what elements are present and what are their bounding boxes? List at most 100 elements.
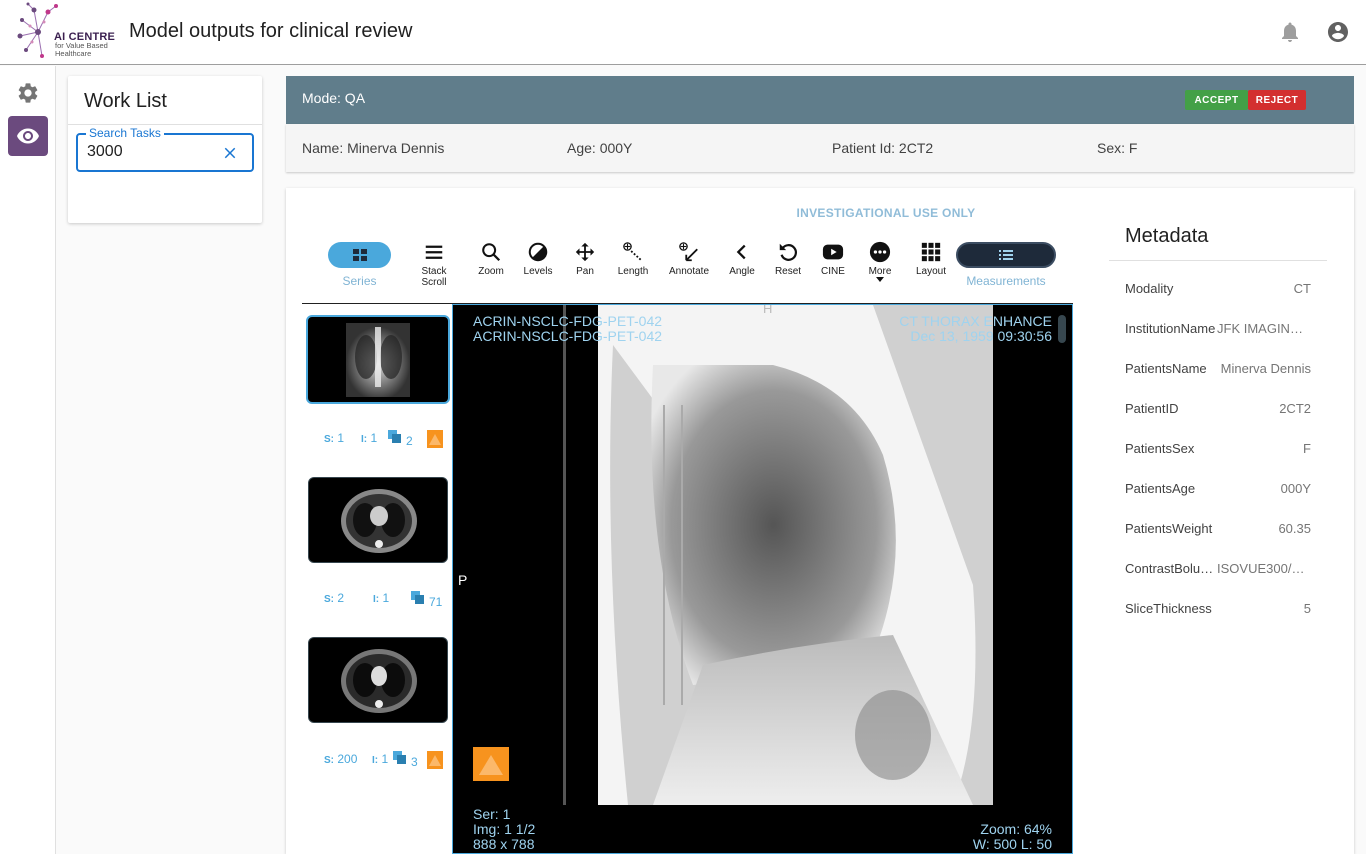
series-i-label: I: (372, 755, 379, 766)
caret-down-icon (876, 277, 884, 282)
metadata-value: 60.35 (1278, 521, 1311, 536)
metadata-key: SliceThickness (1125, 601, 1212, 616)
layout-label: Layout (915, 266, 947, 277)
image-count: 2 (406, 434, 413, 448)
series-3-info: S: 200 (324, 752, 357, 766)
search-tasks-input[interactable] (87, 143, 217, 161)
metadata-key: PatientsWeight (1125, 521, 1213, 536)
metadata-title: Metadata (1125, 225, 1209, 247)
stacked-images-icon (388, 430, 401, 443)
series-2-image-count: 71 (410, 590, 442, 609)
side-nav-rail (0, 66, 56, 854)
series-thumbnail-2[interactable] (308, 477, 448, 563)
metadata-row-patient-name: PatientsName Minerva Dennis (1125, 361, 1311, 381)
zoom-tool[interactable]: Zoom (466, 241, 516, 277)
metadata-key: InstitutionName (1125, 321, 1216, 336)
image-count: 3 (411, 755, 418, 769)
dimensions-overlay: 888 x 788 (473, 836, 535, 852)
annotate-label: Annotate (668, 266, 710, 277)
reject-button[interactable]: REJECT (1248, 90, 1306, 110)
layout-tool[interactable]: Layout (906, 241, 956, 277)
image-viewport[interactable]: ACRIN-NSCLC-FDG-PET-042 ACRIN-NSCLC-FDG-… (452, 304, 1073, 854)
more-label: More (868, 266, 892, 277)
warning-icon (427, 430, 443, 448)
reset-tool[interactable]: Reset (763, 241, 813, 277)
settings-gear-icon[interactable] (16, 81, 40, 105)
divider (68, 124, 262, 125)
levels-label: Levels (523, 266, 553, 277)
series-1-instance: I: 1 (361, 431, 377, 445)
stacked-images-icon (411, 591, 424, 604)
play-video-icon (822, 244, 844, 260)
metadata-value: CT (1293, 281, 1311, 296)
metadata-key: PatientID (1125, 401, 1179, 416)
series-s-label: S: (324, 755, 334, 766)
chevron-left-icon (736, 244, 746, 260)
ct-axial-thumbnail (341, 489, 417, 553)
series-toggle-button[interactable] (328, 242, 391, 268)
magnifier-icon (482, 243, 501, 262)
angle-tool[interactable]: Angle (717, 241, 767, 277)
measurements-toggle-button[interactable] (956, 242, 1056, 268)
viewport-warning-icon (473, 747, 509, 781)
levels-tool[interactable]: Levels (513, 241, 563, 277)
work-list-title: Work List (84, 90, 167, 112)
instance-number: 1 (382, 591, 390, 605)
warning-icon (427, 751, 443, 769)
top-app-bar: AI CENTRE for Value Based Healthcare Mod… (0, 0, 1366, 65)
pan-tool[interactable]: Pan (560, 241, 610, 277)
more-tools-menu[interactable]: More (855, 241, 905, 283)
search-tasks-field[interactable]: Search Tasks (76, 126, 254, 172)
patient-sex: Sex: F (1097, 140, 1138, 156)
series-thumbnail-3[interactable] (308, 637, 448, 723)
logo-network-graphic (17, 2, 58, 58)
ruler-line-icon (623, 242, 642, 261)
menu-bars-icon (425, 245, 443, 259)
accept-button[interactable]: ACCEPT (1185, 90, 1248, 110)
clear-search-icon[interactable] (221, 144, 239, 162)
image-number-overlay: Img: 1 1/2 (473, 821, 536, 837)
metadata-key: PatientsSex (1125, 441, 1195, 456)
series-1-image-count: 2 (387, 429, 413, 448)
image-scrollbar[interactable] (1058, 315, 1066, 343)
metadata-key: PatientsAge (1125, 481, 1196, 496)
contrast-icon (528, 242, 548, 262)
mode-bar: Mode: QA ACCEPT REJECT (286, 76, 1354, 124)
reset-rotate-icon (779, 243, 797, 261)
series-number: 2 (337, 591, 345, 605)
logo-subtitle: for Value Based Healthcare (55, 41, 108, 58)
nav-review-button[interactable] (8, 116, 48, 156)
stack-scroll-tool[interactable]: Stack Scroll (409, 241, 459, 288)
notifications-bell-icon[interactable] (1278, 20, 1302, 44)
metadata-value: F (1303, 441, 1311, 456)
length-tool[interactable]: Length (608, 241, 658, 277)
metadata-row-institution: InstitutionNameJFK IMAGING CENTER (1125, 321, 1311, 341)
mode-label: Mode: QA (302, 90, 366, 106)
series-3-instance: I: 1 (372, 752, 388, 766)
metadata-value: 5 (1303, 601, 1311, 616)
angle-label: Angle (729, 266, 755, 277)
length-label: Length (617, 266, 649, 277)
metadata-value: 000Y (1280, 481, 1311, 496)
series-number-overlay: Ser: 1 (473, 806, 511, 822)
metadata-row-contrast: ContrastBolusAgentISOVUE300/100 (1125, 561, 1311, 581)
metadata-row-patient-age: PatientsAge 000Y (1125, 481, 1311, 501)
metadata-value: ISOVUE300/100 (1217, 561, 1311, 576)
patient-age: Age: 000Y (567, 140, 633, 156)
annotate-arrow-icon (679, 242, 698, 262)
account-circle-icon[interactable] (1326, 20, 1350, 44)
metadata-row-modality: Modality CT (1125, 281, 1311, 301)
series-number: 200 (337, 752, 358, 766)
metadata-row-patient-weight: PatientsWeight 60.35 (1125, 521, 1311, 541)
annotate-tool[interactable]: Annotate (664, 241, 714, 277)
search-tasks-label: Search Tasks (86, 126, 164, 140)
series-s-label: S: (324, 434, 334, 445)
series-i-label: I: (361, 434, 368, 445)
series-s-label: S: (324, 594, 334, 605)
stack-scroll-label-2: Scroll (421, 277, 447, 288)
cine-tool[interactable]: CINE (808, 241, 858, 277)
metadata-value: JFK IMAGING CENTER (1217, 321, 1311, 336)
instance-number: 1 (370, 431, 378, 445)
series-thumbnail-1[interactable] (306, 315, 450, 404)
series-2-info: S: 2 (324, 591, 344, 605)
